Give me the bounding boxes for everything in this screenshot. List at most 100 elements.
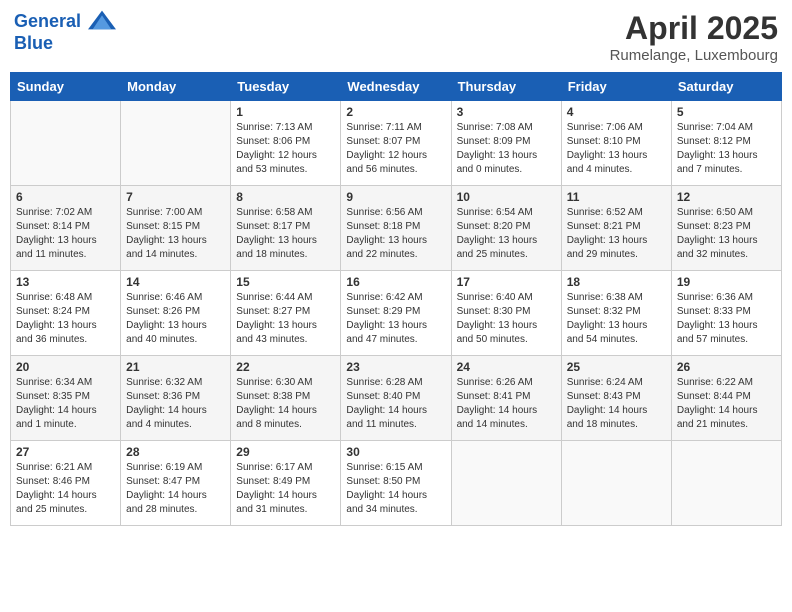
calendar-cell: 24 Sunrise: 6:26 AM Sunset: 8:41 PM Dayli… xyxy=(451,356,561,441)
day-number: 24 xyxy=(457,360,556,374)
week-row-2: 6Sunrise: 7:02 AM Sunset: 8:14 PM Daylig… xyxy=(11,186,782,271)
calendar-cell: 6Sunrise: 7:02 AM Sunset: 8:14 PM Daylig… xyxy=(11,186,121,271)
day-number: 27 xyxy=(16,445,115,459)
day-number: 19 xyxy=(677,275,776,289)
day-info: Sunrise: 6:26 AM Sunset: 8:41 PM Dayligh… xyxy=(457,376,556,432)
calendar-cell: 26Sunrise: 6:22 AM Sunset: 8:44 PM Dayli… xyxy=(671,356,781,441)
day-info: Sunrise: 7:04 AM Sunset: 8:12 PM Dayligh… xyxy=(677,121,776,177)
calendar-cell: 27 Sunrise: 6:21 AM Sunset: 8:46 PM Dayli… xyxy=(11,441,121,526)
title-block: April 2025 Rumelange, Luxembourg xyxy=(610,10,778,64)
subtitle: Rumelange, Luxembourg xyxy=(610,47,778,64)
calendar-cell xyxy=(671,441,781,526)
calendar-cell: 21Sunrise: 6:32 AM Sunset: 8:36 PM Dayli… xyxy=(121,356,231,441)
day-info: Sunrise: 6:24 AM Sunset: 8:43 PM Dayligh… xyxy=(567,376,666,432)
day-info: Sunrise: 6:48 AM Sunset: 8:24 PM Dayligh… xyxy=(16,291,115,347)
calendar-table: SundayMondayTuesdayWednesdayThursdayFrid… xyxy=(10,72,782,526)
day-number: 5 xyxy=(677,105,776,119)
day-number: 11 xyxy=(567,190,666,204)
day-number: 3 xyxy=(457,105,556,119)
day-number: 20 xyxy=(16,360,115,374)
day-number: 7 xyxy=(126,190,225,204)
calendar-cell: 19Sunrise: 6:36 AM Sunset: 8:33 PM Dayli… xyxy=(671,271,781,356)
day-number: 10 xyxy=(457,190,556,204)
header-day-sunday: Sunday xyxy=(11,73,121,101)
calendar-cell: 2 Sunrise: 7:11 AM Sunset: 8:07 PM Daylig… xyxy=(341,101,451,186)
calendar-cell xyxy=(121,101,231,186)
day-number: 22 xyxy=(236,360,335,374)
calendar-cell: 3 Sunrise: 7:08 AM Sunset: 8:09 PM Daylig… xyxy=(451,101,561,186)
day-info: Sunrise: 6:54 AM Sunset: 8:20 PM Dayligh… xyxy=(457,206,556,262)
day-info: Sunrise: 7:02 AM Sunset: 8:14 PM Dayligh… xyxy=(16,206,115,262)
day-number: 30 xyxy=(346,445,445,459)
calendar-cell: 11Sunrise: 6:52 AM Sunset: 8:21 PM Dayli… xyxy=(561,186,671,271)
calendar-cell: 25 Sunrise: 6:24 AM Sunset: 8:43 PM Dayli… xyxy=(561,356,671,441)
header-day-tuesday: Tuesday xyxy=(231,73,341,101)
day-info: Sunrise: 6:28 AM Sunset: 8:40 PM Dayligh… xyxy=(346,376,445,432)
calendar-cell: 7 Sunrise: 7:00 AM Sunset: 8:15 PM Daylig… xyxy=(121,186,231,271)
calendar-cell: 9 Sunrise: 6:56 AM Sunset: 8:18 PM Daylig… xyxy=(341,186,451,271)
day-info: Sunrise: 6:19 AM Sunset: 8:47 PM Dayligh… xyxy=(126,461,225,517)
day-info: Sunrise: 6:56 AM Sunset: 8:18 PM Dayligh… xyxy=(346,206,445,262)
day-number: 25 xyxy=(567,360,666,374)
day-info: Sunrise: 6:34 AM Sunset: 8:35 PM Dayligh… xyxy=(16,376,115,432)
day-number: 1 xyxy=(236,105,335,119)
calendar-cell: 5 Sunrise: 7:04 AM Sunset: 8:12 PM Daylig… xyxy=(671,101,781,186)
day-info: Sunrise: 7:13 AM Sunset: 8:06 PM Dayligh… xyxy=(236,121,335,177)
calendar-cell: 1 Sunrise: 7:13 AM Sunset: 8:06 PM Daylig… xyxy=(231,101,341,186)
header-row: SundayMondayTuesdayWednesdayThursdayFrid… xyxy=(11,73,782,101)
calendar-cell: 28 Sunrise: 6:19 AM Sunset: 8:47 PM Dayli… xyxy=(121,441,231,526)
day-info: Sunrise: 6:44 AM Sunset: 8:27 PM Dayligh… xyxy=(236,291,335,347)
main-title: April 2025 xyxy=(610,10,778,47)
day-number: 9 xyxy=(346,190,445,204)
day-number: 17 xyxy=(457,275,556,289)
logo: General Blue xyxy=(14,10,116,54)
calendar-cell: 30Sunrise: 6:15 AM Sunset: 8:50 PM Dayli… xyxy=(341,441,451,526)
header-day-thursday: Thursday xyxy=(451,73,561,101)
day-number: 21 xyxy=(126,360,225,374)
calendar-cell: 8Sunrise: 6:58 AM Sunset: 8:17 PM Daylig… xyxy=(231,186,341,271)
week-row-1: 1 Sunrise: 7:13 AM Sunset: 8:06 PM Daylig… xyxy=(11,101,782,186)
calendar-cell: 13 Sunrise: 6:48 AM Sunset: 8:24 PM Dayli… xyxy=(11,271,121,356)
calendar-cell: 16 Sunrise: 6:42 AM Sunset: 8:29 PM Dayli… xyxy=(341,271,451,356)
day-info: Sunrise: 7:00 AM Sunset: 8:15 PM Dayligh… xyxy=(126,206,225,262)
day-info: Sunrise: 7:06 AM Sunset: 8:10 PM Dayligh… xyxy=(567,121,666,177)
calendar-cell: 20 Sunrise: 6:34 AM Sunset: 8:35 PM Dayli… xyxy=(11,356,121,441)
day-number: 2 xyxy=(346,105,445,119)
calendar-cell: 4 Sunrise: 7:06 AM Sunset: 8:10 PM Daylig… xyxy=(561,101,671,186)
day-info: Sunrise: 7:08 AM Sunset: 8:09 PM Dayligh… xyxy=(457,121,556,177)
calendar-cell xyxy=(451,441,561,526)
calendar-cell: 29Sunrise: 6:17 AM Sunset: 8:49 PM Dayli… xyxy=(231,441,341,526)
day-number: 16 xyxy=(346,275,445,289)
calendar-cell: 22Sunrise: 6:30 AM Sunset: 8:38 PM Dayli… xyxy=(231,356,341,441)
calendar-cell: 18 Sunrise: 6:38 AM Sunset: 8:32 PM Dayli… xyxy=(561,271,671,356)
logo-text: General xyxy=(14,10,116,34)
day-number: 28 xyxy=(126,445,225,459)
day-info: Sunrise: 6:21 AM Sunset: 8:46 PM Dayligh… xyxy=(16,461,115,517)
week-row-3: 13 Sunrise: 6:48 AM Sunset: 8:24 PM Dayli… xyxy=(11,271,782,356)
header-day-monday: Monday xyxy=(121,73,231,101)
calendar-cell xyxy=(11,101,121,186)
header-day-saturday: Saturday xyxy=(671,73,781,101)
week-row-5: 27 Sunrise: 6:21 AM Sunset: 8:46 PM Dayli… xyxy=(11,441,782,526)
day-number: 29 xyxy=(236,445,335,459)
day-number: 14 xyxy=(126,275,225,289)
day-info: Sunrise: 6:42 AM Sunset: 8:29 PM Dayligh… xyxy=(346,291,445,347)
day-info: Sunrise: 6:38 AM Sunset: 8:32 PM Dayligh… xyxy=(567,291,666,347)
day-number: 4 xyxy=(567,105,666,119)
calendar-cell xyxy=(561,441,671,526)
week-row-4: 20 Sunrise: 6:34 AM Sunset: 8:35 PM Dayli… xyxy=(11,356,782,441)
day-number: 12 xyxy=(677,190,776,204)
calendar-cell: 12 Sunrise: 6:50 AM Sunset: 8:23 PM Dayli… xyxy=(671,186,781,271)
day-number: 8 xyxy=(236,190,335,204)
header-day-friday: Friday xyxy=(561,73,671,101)
calendar-cell: 14Sunrise: 6:46 AM Sunset: 8:26 PM Dayli… xyxy=(121,271,231,356)
calendar-cell: 23Sunrise: 6:28 AM Sunset: 8:40 PM Dayli… xyxy=(341,356,451,441)
day-number: 26 xyxy=(677,360,776,374)
day-info: Sunrise: 7:11 AM Sunset: 8:07 PM Dayligh… xyxy=(346,121,445,177)
logo-blue-text: Blue xyxy=(14,34,116,54)
page-header: General Blue April 2025 Rumelange, Luxem… xyxy=(10,10,782,64)
day-info: Sunrise: 6:50 AM Sunset: 8:23 PM Dayligh… xyxy=(677,206,776,262)
calendar-cell: 15Sunrise: 6:44 AM Sunset: 8:27 PM Dayli… xyxy=(231,271,341,356)
day-number: 18 xyxy=(567,275,666,289)
day-number: 13 xyxy=(16,275,115,289)
